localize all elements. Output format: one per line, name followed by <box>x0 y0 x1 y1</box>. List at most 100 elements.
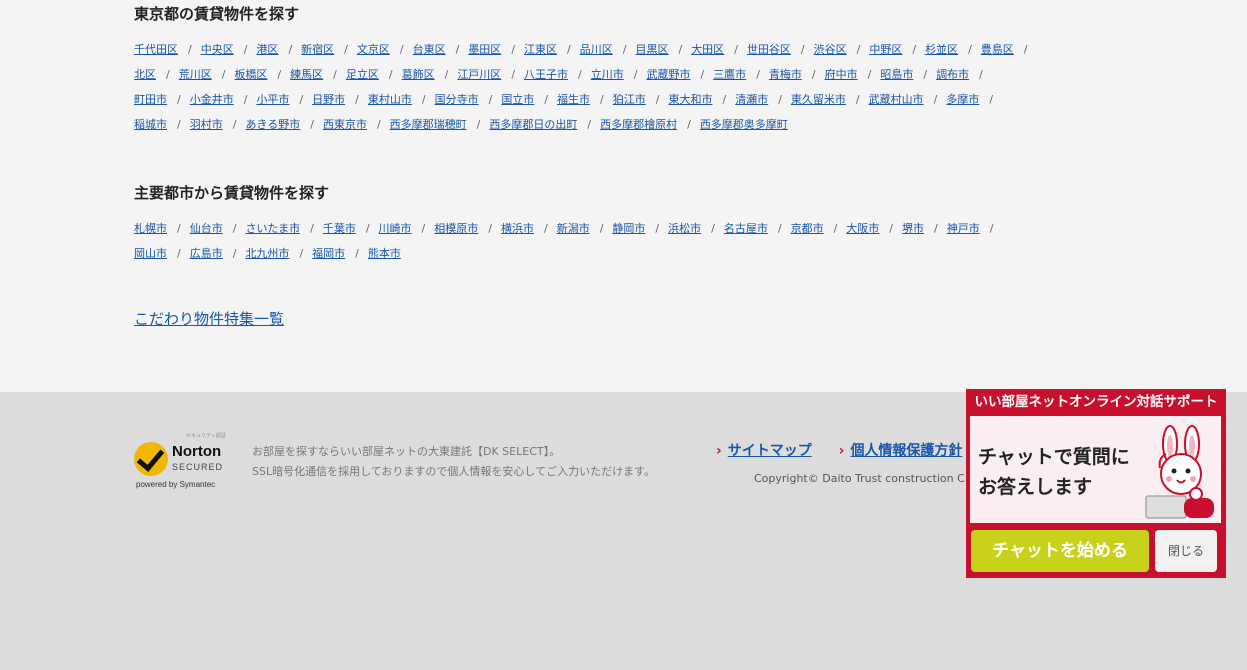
footer-links: › サイトマップ › 個人情報保護方針 <box>716 440 984 460</box>
area-link[interactable]: 東大和市 <box>668 93 712 106</box>
area-link[interactable]: 港区 <box>256 43 278 56</box>
area-link[interactable]: あきる野市 <box>245 118 300 131</box>
area-link[interactable]: 八王子市 <box>524 68 568 81</box>
sitemap-link[interactable]: サイトマップ <box>728 443 812 459</box>
area-link[interactable]: 板橋区 <box>234 68 267 81</box>
city-link[interactable]: 神戸市 <box>947 222 980 235</box>
area-link[interactable]: 文京区 <box>357 43 390 56</box>
link-separator: / <box>923 68 928 81</box>
area-link[interactable]: 国立市 <box>501 93 534 106</box>
area-link[interactable]: 調布市 <box>936 68 969 81</box>
link-separator: / <box>912 43 917 56</box>
area-link[interactable]: 三鷹市 <box>713 68 746 81</box>
area-link[interactable]: 江戸川区 <box>457 68 501 81</box>
area-link[interactable]: 東村山市 <box>368 93 412 106</box>
area-link[interactable]: 清瀬市 <box>735 93 768 106</box>
area-link[interactable]: 立川市 <box>591 68 624 81</box>
rabbit-mascot-icon <box>1145 425 1214 519</box>
area-link[interactable]: 西東京市 <box>323 118 367 131</box>
area-link[interactable]: 西多摩郡奥多摩町 <box>700 118 788 131</box>
area-link[interactable]: 中央区 <box>201 43 234 56</box>
city-link[interactable]: 北九州市 <box>245 247 289 260</box>
city-link[interactable]: 静岡市 <box>612 222 645 235</box>
link-separator: / <box>243 43 248 56</box>
chevron-right-icon: › <box>716 443 722 459</box>
area-link[interactable]: 江東区 <box>524 43 557 56</box>
link-separator: / <box>655 93 660 106</box>
link-separator: / <box>734 43 738 56</box>
area-link[interactable]: 西多摩郡檜原村 <box>600 118 677 131</box>
city-link[interactable]: 浜松市 <box>668 222 701 235</box>
area-link[interactable]: 世田谷区 <box>747 43 791 56</box>
link-separator: / <box>678 43 683 56</box>
area-link[interactable]: 目黒区 <box>635 43 668 56</box>
city-link[interactable]: 岡山市 <box>134 247 167 260</box>
link-separator: / <box>177 93 181 106</box>
norton-secured-badge[interactable]: セキュリティ認証 Norton SECURED powered by Syman… <box>134 432 234 492</box>
area-link[interactable]: 練馬区 <box>290 68 323 81</box>
link-separator: / <box>989 222 994 235</box>
area-link[interactable]: 小金井市 <box>190 93 234 106</box>
area-link[interactable]: 葛飾区 <box>402 68 435 81</box>
privacy-policy-link[interactable]: 個人情報保護方針 <box>850 443 962 459</box>
link-separator: / <box>800 43 805 56</box>
area-link[interactable]: 東久留米市 <box>791 93 846 106</box>
city-link[interactable]: 広島市 <box>190 247 223 260</box>
city-link[interactable]: 千葉市 <box>323 222 356 235</box>
city-link[interactable]: 仙台市 <box>190 222 223 235</box>
area-link[interactable]: 豊島区 <box>981 43 1014 56</box>
area-link[interactable]: 狛江市 <box>613 93 646 106</box>
area-link[interactable]: 台東区 <box>413 43 446 56</box>
area-link[interactable]: 墨田区 <box>468 43 501 56</box>
chat-support-widget: いい部屋ネットオンライン対話サポート チャットで質問に お答えします チャットを… <box>966 389 1226 578</box>
area-link[interactable]: 西多摩郡瑞穂町 <box>390 118 467 131</box>
city-link[interactable]: 福岡市 <box>312 247 345 260</box>
area-link[interactable]: 稲城市 <box>134 118 167 131</box>
area-link[interactable]: 羽村市 <box>190 118 223 131</box>
area-link[interactable]: 渋谷区 <box>814 43 847 56</box>
ssl-notice-line2: SSL暗号化通信を採用しておりますので個人情報を安心してご入力いただけます。 <box>252 465 656 478</box>
city-link[interactable]: 大阪市 <box>846 222 879 235</box>
area-link[interactable]: 荒川区 <box>179 68 212 81</box>
area-link[interactable]: 町田市 <box>134 93 167 106</box>
city-link[interactable]: 川崎市 <box>379 222 412 235</box>
area-link[interactable]: 多摩市 <box>946 93 979 106</box>
area-link[interactable]: 新宿区 <box>301 43 334 56</box>
area-link[interactable]: 西多摩郡日の出町 <box>489 118 577 131</box>
city-link[interactable]: 名古屋市 <box>724 222 768 235</box>
norton-powered-label: powered by Symantec <box>136 480 216 489</box>
link-separator: / <box>243 93 248 106</box>
city-link[interactable]: 堺市 <box>902 222 924 235</box>
link-separator: / <box>544 93 549 106</box>
area-link[interactable]: 小平市 <box>256 93 289 106</box>
close-chat-button[interactable]: 閉じる <box>1155 530 1217 572</box>
area-link[interactable]: 杉並区 <box>925 43 958 56</box>
feature-list-link[interactable]: こだわり物件特集一覧 <box>134 308 284 329</box>
area-link[interactable]: 足立区 <box>346 68 379 81</box>
city-link[interactable]: さいたま市 <box>245 222 300 235</box>
area-link[interactable]: 中野区 <box>869 43 902 56</box>
area-link[interactable]: 昭島市 <box>880 68 913 81</box>
city-link[interactable]: 横浜市 <box>501 222 534 235</box>
area-link[interactable]: 日野市 <box>312 93 345 106</box>
area-link[interactable]: 品川区 <box>580 43 613 56</box>
area-link[interactable]: 北区 <box>134 68 156 81</box>
city-link[interactable]: 京都市 <box>791 222 824 235</box>
link-separator: / <box>578 68 582 81</box>
city-link[interactable]: 新潟市 <box>557 222 590 235</box>
area-link[interactable]: 大田区 <box>691 43 724 56</box>
area-link[interactable]: 武蔵村山市 <box>869 93 924 106</box>
area-link[interactable]: 武蔵野市 <box>646 68 690 81</box>
area-link[interactable]: 福生市 <box>557 93 590 106</box>
link-separator: / <box>711 222 715 235</box>
area-link[interactable]: 青梅市 <box>769 68 802 81</box>
area-link[interactable]: 国分寺市 <box>435 93 479 106</box>
link-separator: / <box>399 43 404 56</box>
start-chat-button[interactable]: チャットを始める <box>971 530 1149 572</box>
area-link[interactable]: 千代田区 <box>134 43 178 56</box>
city-link[interactable]: 相模原市 <box>434 222 478 235</box>
link-separator: / <box>700 68 705 81</box>
city-link[interactable]: 熊本市 <box>368 247 401 260</box>
area-link[interactable]: 府中市 <box>825 68 858 81</box>
city-link[interactable]: 札幌市 <box>134 222 167 235</box>
